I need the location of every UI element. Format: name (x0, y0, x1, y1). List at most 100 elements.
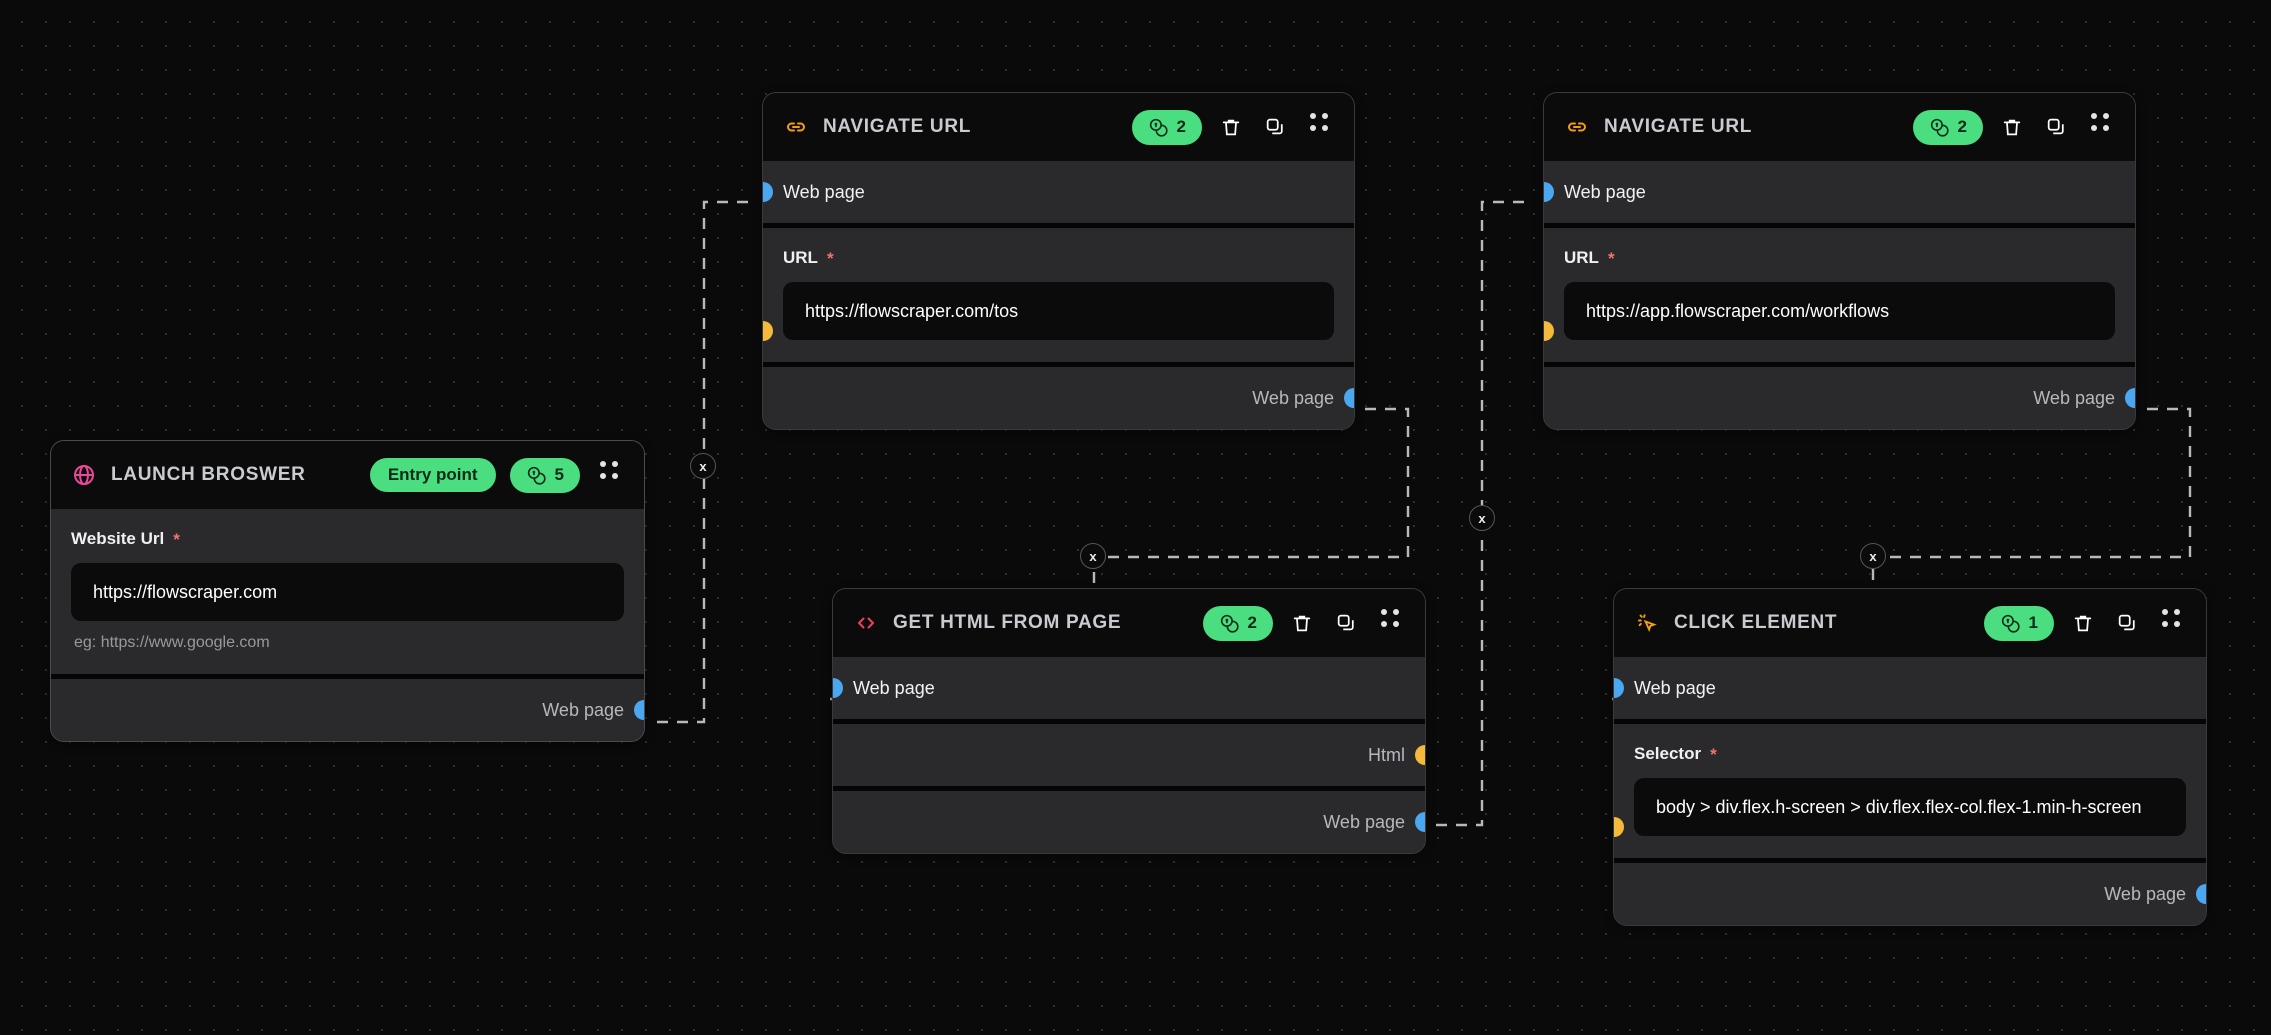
drag-handle[interactable] (2156, 608, 2186, 638)
node-launch-browser[interactable]: LAUNCH BROSWER Entry point 5 Website Url… (50, 440, 645, 742)
input-label: Web page (1634, 677, 1716, 698)
input-handle-web-page[interactable] (763, 182, 773, 202)
output-label: Web page (2104, 883, 2186, 904)
credits-badge: 1 (1983, 605, 2054, 641)
field-website-url: Website Url * https://flowscraper.com eg… (51, 509, 644, 674)
edge-delete-button[interactable]: x (1469, 505, 1495, 531)
edge-delete-button[interactable]: x (690, 453, 716, 479)
output-row-web-page: Web page (763, 367, 1354, 429)
website-url-input[interactable]: https://flowscraper.com (71, 563, 624, 621)
drag-handle[interactable] (594, 460, 624, 490)
node-get-html-from-page[interactable]: GET HTML FROM PAGE 2 Web page Html Web p… (832, 588, 1426, 854)
credits-value: 2 (1247, 613, 1257, 632)
output-label: Html (1368, 744, 1405, 765)
field-label-text: URL (783, 248, 818, 267)
coins-icon (1148, 117, 1169, 138)
coins-icon (526, 465, 547, 486)
edge-delete-button[interactable]: x (1860, 543, 1886, 569)
node-title: NAVIGATE URL (1604, 116, 1753, 137)
input-handle-url[interactable] (763, 321, 773, 341)
credits-value: 5 (554, 465, 564, 484)
output-label: Web page (1323, 811, 1405, 832)
output-row-html: Html (833, 724, 1425, 786)
input-handle-web-page[interactable] (1544, 182, 1554, 202)
node-header: NAVIGATE URL 2 (763, 93, 1354, 161)
output-row-web-page: Web page (1544, 367, 2135, 429)
delete-node-button[interactable] (1287, 608, 1317, 638)
copy-node-button[interactable] (1260, 112, 1290, 142)
credits-badge: 5 (509, 457, 580, 493)
input-row-web-page: Web page (1614, 657, 2206, 719)
input-row-web-page: Web page (763, 161, 1354, 223)
output-label: Web page (542, 699, 624, 720)
delete-node-button[interactable] (1216, 112, 1246, 142)
input-row-web-page: Web page (1544, 161, 2135, 223)
field-label-text: Website Url (71, 529, 165, 548)
credits-badge: 2 (1912, 109, 1983, 145)
url-input[interactable]: https://flowscraper.com/tos (783, 282, 1334, 340)
input-handle-url[interactable] (1544, 321, 1554, 341)
coins-icon (1219, 613, 1240, 634)
field-url: URL * https://app.flowscraper.com/workfl… (1544, 228, 2135, 362)
copy-node-button[interactable] (1331, 608, 1361, 638)
drag-handle[interactable] (1375, 608, 1405, 638)
input-label: Web page (853, 677, 935, 698)
url-input[interactable]: https://app.flowscraper.com/workflows (1564, 282, 2115, 340)
field-url: URL * https://flowscraper.com/tos (763, 228, 1354, 362)
input-row-web-page: Web page (833, 657, 1425, 719)
input-label: Web page (1564, 181, 1646, 202)
required-marker: * (826, 248, 834, 268)
node-navigate-url-2[interactable]: NAVIGATE URL 2 Web page URL * https://ap… (1543, 92, 2136, 430)
output-handle-web-page[interactable] (2125, 388, 2135, 408)
copy-node-button[interactable] (2112, 608, 2142, 638)
required-marker: * (173, 529, 180, 549)
drag-handle[interactable] (1304, 112, 1334, 142)
field-label: URL * (783, 248, 1334, 268)
workflow-canvas[interactable]: x x x x LAUNCH BROSWER Entry point 5 Web… (0, 0, 2271, 1035)
output-label: Web page (1252, 387, 1334, 408)
field-label: Selector * (1634, 744, 2186, 764)
node-navigate-url-1[interactable]: NAVIGATE URL 2 Web page URL * https://fl… (762, 92, 1355, 430)
copy-node-button[interactable] (2041, 112, 2071, 142)
required-marker: * (1607, 248, 1615, 268)
node-header: CLICK ELEMENT 1 (1614, 589, 2206, 657)
credits-badge: 2 (1131, 109, 1202, 145)
output-handle-web-page[interactable] (634, 700, 644, 720)
selector-input[interactable]: body > div.flex.h-screen > div.flex.flex… (1634, 778, 2186, 836)
output-handle-web-page[interactable] (1344, 388, 1354, 408)
node-click-element[interactable]: CLICK ELEMENT 1 Web page Selector * body… (1613, 588, 2207, 926)
code-icon (853, 610, 879, 636)
field-selector: Selector * body > div.flex.h-screen > di… (1614, 724, 2206, 858)
link-icon (1564, 114, 1590, 140)
link-icon (783, 114, 809, 140)
output-row-web-page: Web page (833, 791, 1425, 853)
output-row-web-page: Web page (1614, 863, 2206, 925)
output-label: Web page (2033, 387, 2115, 408)
input-label: Web page (783, 181, 865, 202)
delete-node-button[interactable] (2068, 608, 2098, 638)
coins-icon (1929, 117, 1950, 138)
node-title: CLICK ELEMENT (1674, 612, 1838, 633)
node-header: LAUNCH BROSWER Entry point 5 (51, 441, 644, 509)
coins-icon (2000, 613, 2021, 634)
input-handle-selector[interactable] (1614, 817, 1624, 837)
output-handle-html[interactable] (1415, 745, 1425, 765)
credits-value: 2 (1957, 117, 1967, 136)
globe-icon (71, 462, 97, 488)
entry-point-badge: Entry point (369, 458, 496, 492)
output-handle-web-page[interactable] (2196, 884, 2206, 904)
node-title: NAVIGATE URL (823, 116, 972, 137)
credits-value: 2 (1176, 117, 1186, 136)
delete-node-button[interactable] (1997, 112, 2027, 142)
output-row-web-page: Web page (51, 679, 644, 741)
field-label-text: Selector (1634, 744, 1702, 763)
edge-delete-button[interactable]: x (1080, 543, 1106, 569)
output-handle-web-page[interactable] (1415, 812, 1425, 832)
field-label: Website Url * (71, 529, 624, 549)
node-title: LAUNCH BROSWER (111, 464, 306, 485)
drag-handle[interactable] (2085, 112, 2115, 142)
node-header: NAVIGATE URL 2 (1544, 93, 2135, 161)
field-hint: eg: https://www.google.com (74, 634, 270, 651)
input-handle-web-page[interactable] (1614, 678, 1624, 698)
input-handle-web-page[interactable] (833, 678, 843, 698)
